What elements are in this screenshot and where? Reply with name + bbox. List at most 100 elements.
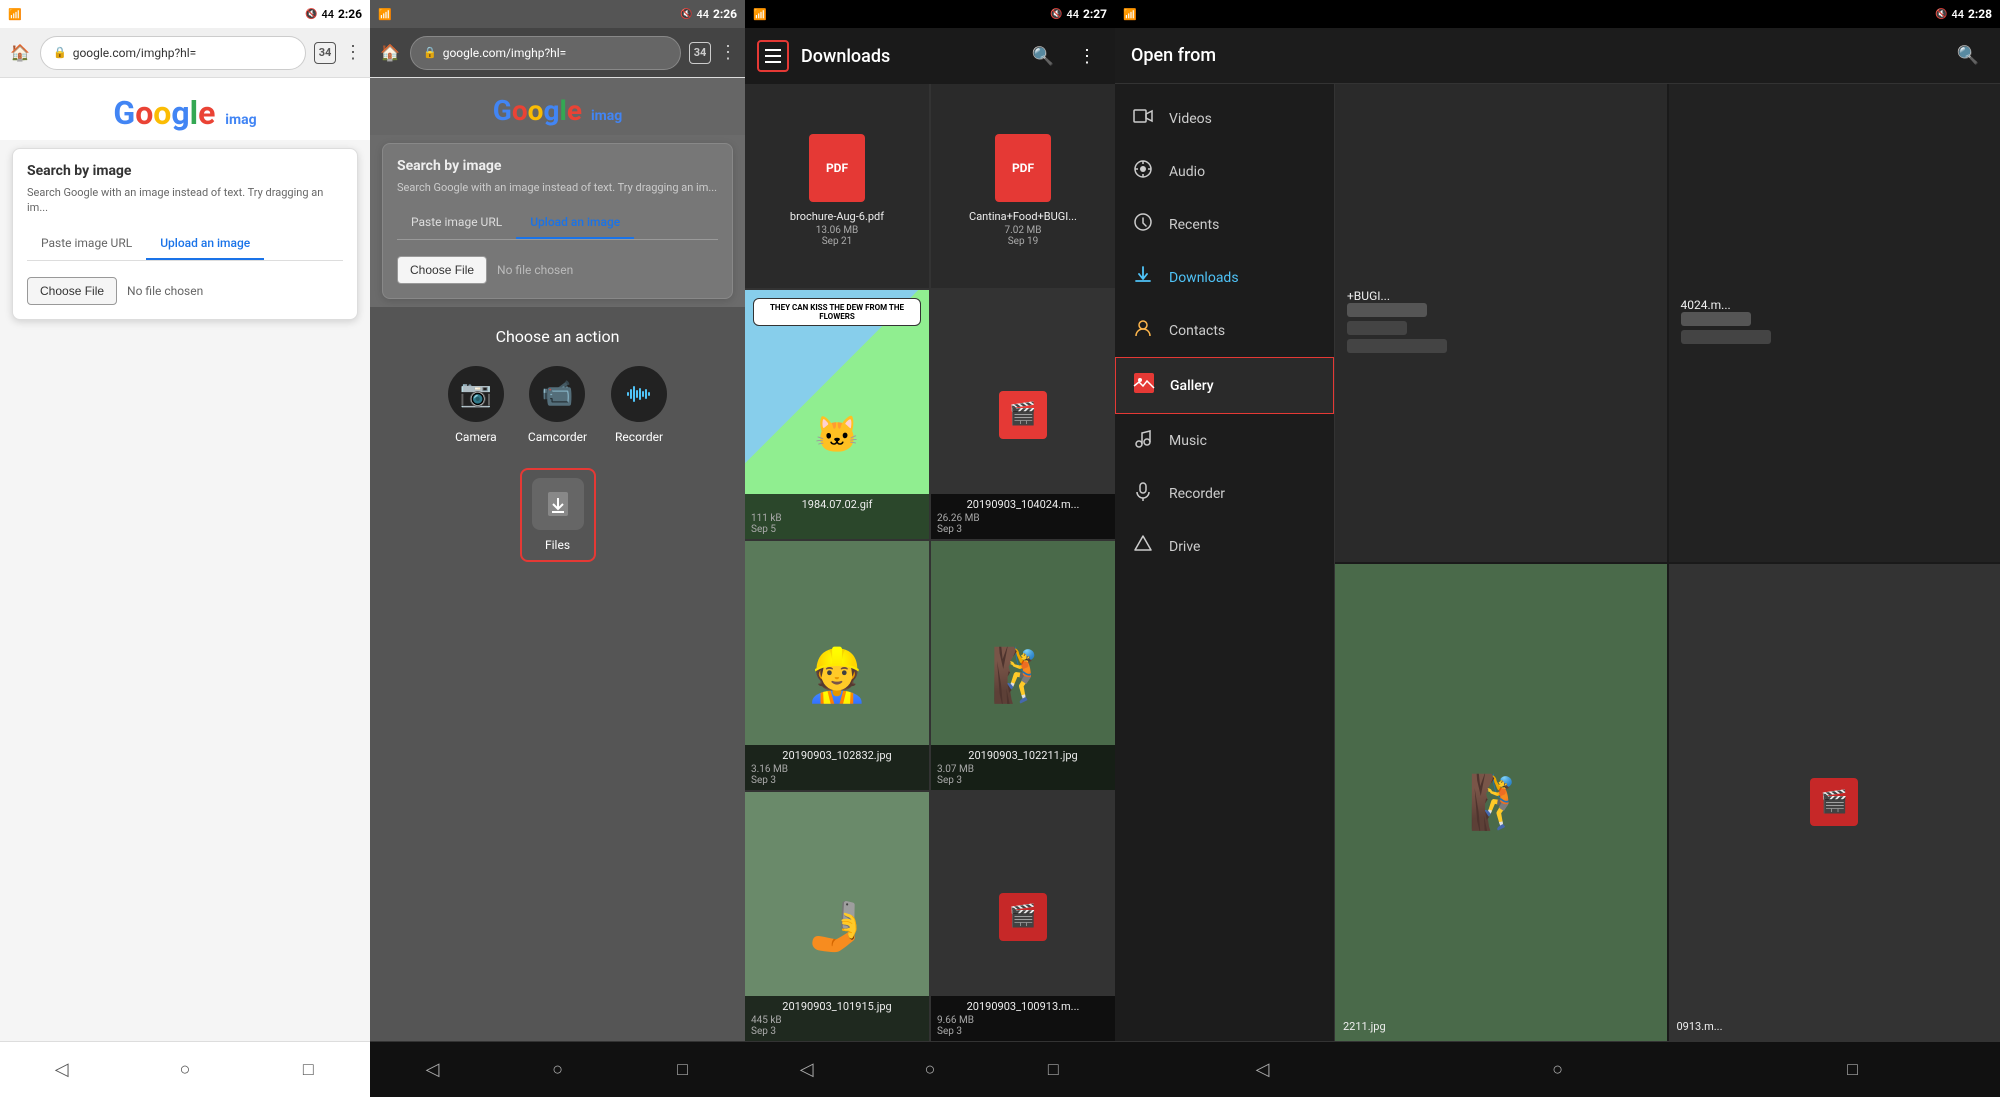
url-text-1: google.com/imghp?hl= [73, 46, 197, 60]
panel-3-downloads: 📶 🔇 44 2:27 Downloads 🔍 ⋮ PDF brochure-A… [745, 0, 1115, 1097]
recent-button-3[interactable]: □ [1037, 1054, 1069, 1086]
file-photo-102211[interactable]: 🧗 20190903_102211.jpg 3.07 MB Sep 3 [931, 541, 1115, 790]
sidebar-navigation: Videos Audio Recents Downloads [1115, 84, 1335, 1041]
file-name-selfie: 20190903_101915.jpg [751, 1000, 923, 1013]
person-photo-preview: 👷 [805, 645, 870, 706]
garfield-info: 1984.07.02.gif 111 kB Sep 5 [745, 494, 929, 539]
person-photo-preview-2: 🧗 [991, 645, 1056, 706]
files-action[interactable]: Files [520, 468, 596, 562]
tab-upload-image-2[interactable]: Upload an image [516, 207, 634, 239]
url-box-1[interactable]: 🔒 google.com/imghp?hl= [40, 36, 306, 70]
recent-button-2[interactable]: □ [667, 1054, 699, 1086]
sidebar-item-downloads[interactable]: Downloads [1115, 251, 1334, 304]
dialog-tabs-1: Paste image URL Upload an image [27, 228, 343, 261]
home-nav-button-3[interactable]: ○ [914, 1054, 946, 1086]
file-date-photo1: Sep 3 [751, 775, 923, 786]
file-date-photo2: Sep 3 [937, 775, 1109, 786]
status-left-3: 📶 [753, 8, 767, 21]
camcorder-action[interactable]: 📹 Camcorder [528, 366, 587, 444]
files-section: Files [386, 468, 729, 562]
tab-paste-url-1[interactable]: Paste image URL [27, 228, 146, 260]
film-icon: 🎬 [1009, 402, 1036, 427]
file-date-garfield: Sep 5 [751, 524, 923, 535]
action-title-2: Choose an action [386, 327, 729, 346]
back-button-2[interactable]: ◁ [417, 1054, 449, 1086]
search-button-4[interactable]: 🔍 [1952, 40, 1984, 72]
files-icon [532, 478, 584, 530]
file-size-photo1: 3.16 MB [751, 764, 923, 775]
choose-file-button-2[interactable]: Choose File [397, 256, 487, 284]
back-button-4[interactable]: ◁ [1247, 1054, 1279, 1086]
file-video-104024[interactable]: 🎬 20190903_104024.m... 26.26 MB Sep 3 [931, 290, 1115, 539]
sidebar-item-audio[interactable]: Audio [1115, 145, 1334, 198]
panel-1-browser: 📶 🔇 44 2:26 🏠 🔒 google.com/imghp?hl= 34 … [0, 0, 370, 1097]
back-button-1[interactable]: ◁ [46, 1054, 78, 1086]
search-dialog-2: Search by image Search Google with an im… [382, 143, 733, 299]
right-cell-0913[interactable]: 🎬 0913.m... [1669, 564, 2000, 1042]
search-button-3[interactable]: 🔍 [1027, 40, 1059, 72]
file-size-brochure: 13.06 MB [816, 225, 859, 236]
status-right-4: 🔇 44 2:28 [1935, 7, 1992, 21]
file-name-cantina: Cantina+Food+BUGI... [969, 210, 1077, 223]
file-garfield-gif[interactable]: THEY CAN KISS THE DEW FROM THE FLOWERS 🐱… [745, 290, 929, 539]
file-date-video2: Sep 3 [937, 1026, 1109, 1037]
file-size-photo2: 3.07 MB [937, 764, 1109, 775]
tab-upload-image-1[interactable]: Upload an image [146, 228, 264, 260]
tab-paste-url-2[interactable]: Paste image URL [397, 207, 516, 239]
status-left-4: 📶 [1123, 8, 1137, 21]
file-video-100913[interactable]: 🎬 20190903_100913.m... 9.66 MB Sep 3 [931, 792, 1115, 1041]
photo-preview-2211: 🧗 [1468, 772, 1533, 833]
recorder-action[interactable]: Recorder [611, 366, 667, 444]
file-name-video1: 20190903_104024.m... [937, 498, 1109, 511]
camera-action[interactable]: 📷 Camera [448, 366, 504, 444]
sidebar-item-music[interactable]: Music [1115, 414, 1334, 467]
blur-bar-3 [1347, 339, 1447, 353]
home-button-1[interactable]: 🏠 [8, 41, 32, 65]
file-cantina[interactable]: PDF Cantina+Food+BUGI... 7.02 MB Sep 19 [931, 84, 1115, 288]
right-file-name-4024: 4024.m... [1681, 298, 1989, 312]
home-button-2[interactable]: 🏠 [378, 41, 402, 65]
recent-button-4[interactable]: □ [1837, 1054, 1869, 1086]
camcorder-icon-circle: 📹 [529, 366, 585, 422]
file-date-cantina: Sep 19 [1008, 236, 1039, 247]
blur-bar-2 [1347, 321, 1407, 335]
menu-button-2[interactable]: ⋮ [719, 42, 737, 63]
url-box-2[interactable]: 🔒 google.com/imghp?hl= [410, 36, 681, 70]
recent-button-1[interactable]: □ [292, 1054, 324, 1086]
file-size-video2: 9.66 MB [937, 1015, 1109, 1026]
hamburger-menu-button[interactable] [757, 40, 789, 72]
sidebar-item-recorder[interactable]: Recorder [1115, 467, 1334, 520]
tab-count-1[interactable]: 34 [314, 42, 336, 64]
sidebar-item-drive[interactable]: Drive [1115, 520, 1334, 573]
dialog-title-2: Search by image [397, 158, 718, 174]
file-selfie-101915[interactable]: 🤳 20190903_101915.jpg 445 kB Sep 3 [745, 792, 929, 1041]
sidebar-item-gallery[interactable]: Gallery [1115, 357, 1334, 414]
home-nav-button-2[interactable]: ○ [542, 1054, 574, 1086]
home-nav-button-1[interactable]: ○ [169, 1054, 201, 1086]
menu-button-1[interactable]: ⋮ [344, 42, 362, 63]
file-photo-102832[interactable]: 👷 20190903_102832.jpg 3.16 MB Sep 3 [745, 541, 929, 790]
choose-file-button-1[interactable]: Choose File [27, 277, 117, 305]
address-bar-2: 🏠 🔒 google.com/imghp?hl= 34 ⋮ [370, 28, 745, 78]
blur-bar-1 [1347, 303, 1427, 317]
sidebar-item-videos[interactable]: Videos [1115, 92, 1334, 145]
sidebar-item-contacts[interactable]: Contacts [1115, 304, 1334, 357]
sidebar-item-recents[interactable]: Recents [1115, 198, 1334, 251]
panel-4-open-from: 📶 🔇 44 2:28 Open from 🔍 Videos [1115, 0, 2000, 1097]
downloads-label: Downloads [1169, 270, 1239, 286]
recorder-nav-label: Recorder [1169, 486, 1225, 502]
right-cell-4024[interactable]: 4024.m... [1669, 84, 2000, 562]
home-nav-button-4[interactable]: ○ [1542, 1054, 1574, 1086]
film-icon-2: 🎬 [1009, 904, 1036, 929]
back-button-3[interactable]: ◁ [791, 1054, 823, 1086]
video-thumb-0913: 🎬 [1810, 778, 1858, 826]
tab-count-2[interactable]: 34 [689, 42, 711, 64]
right-cell-bugi-text[interactable]: +BUGI... [1335, 84, 1667, 562]
time-4: 2:28 [1968, 7, 1992, 21]
right-file-grid: +BUGI... 4024.m... 🧗 2211.jpg 🎬 0913.m..… [1335, 84, 2000, 1041]
search-dialog-1: Search by image Search Google with an im… [12, 148, 358, 320]
music-nav-icon [1131, 428, 1155, 453]
more-button-3[interactable]: ⋮ [1071, 40, 1103, 72]
right-cell-2211[interactable]: 🧗 2211.jpg [1335, 564, 1667, 1042]
file-brochure-aug6[interactable]: PDF brochure-Aug-6.pdf 13.06 MB Sep 21 [745, 84, 929, 288]
